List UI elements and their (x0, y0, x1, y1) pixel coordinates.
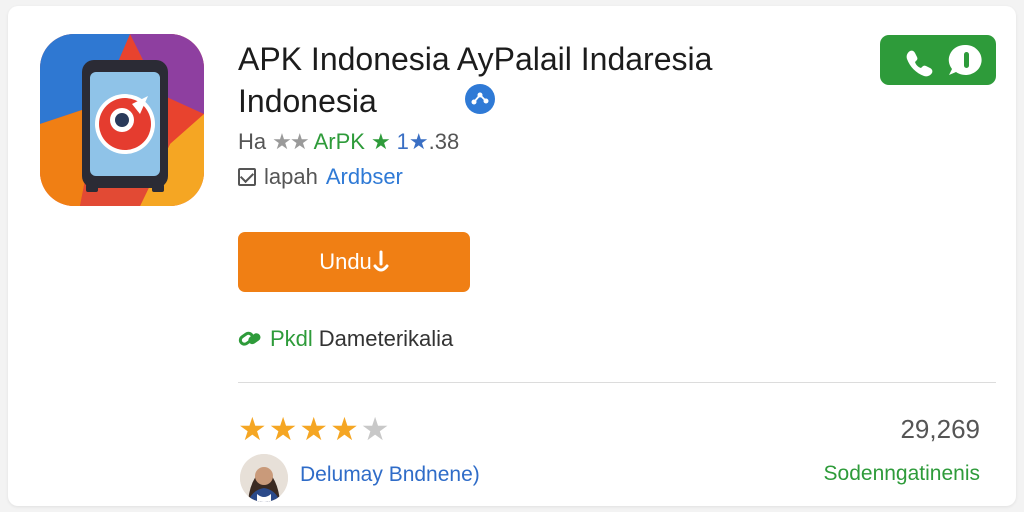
app-title: APK Indonesia AyPalail Indaresia Indones… (238, 38, 838, 122)
app-title-line2: Indonesia (238, 83, 377, 119)
star-filled-icon: ★ (268, 411, 298, 447)
star-filled-icon: ★ (330, 411, 359, 447)
download-arrow-icon (373, 250, 389, 272)
verification-text: Dameterikalia (318, 326, 454, 351)
developer-prefix: lapah (264, 164, 318, 189)
developer-row: lapah Ardbser (238, 164, 403, 190)
star-filled-icon: ★ (299, 411, 329, 447)
star-empty-icon: ★ (360, 411, 390, 447)
stats-brand: ArPK (313, 129, 365, 154)
verification-tag: Pkdl (270, 326, 313, 351)
download-button[interactable]: Undu (238, 232, 470, 292)
call-chat-button[interactable] (880, 35, 996, 85)
stats-prefix: Ha (238, 129, 267, 154)
checkbox-icon (238, 168, 256, 186)
stats-suffix: .38 (428, 129, 460, 154)
developer-link[interactable]: Ardbser (326, 164, 403, 190)
star-filled-icon: ★ (238, 411, 267, 447)
review-status: Sodenngatinenis (823, 462, 980, 485)
app-title-line1: APK Indonesia AyPalail Indaresia (238, 41, 713, 77)
stats-green-star: ★ (370, 129, 391, 154)
app-stats: Ha ★★ ArPK ★ 1 ★ .38 (238, 129, 459, 155)
app-logo-icon[interactable] (40, 34, 204, 206)
link-icon (238, 331, 261, 346)
download-label: Undu (319, 249, 372, 274)
chat-bubble-icon (948, 44, 982, 75)
phone-icon (906, 50, 933, 77)
app-card: APK Indonesia AyPalail Indaresia Indones… (8, 6, 1016, 506)
divider (238, 382, 996, 383)
stats-blue-star: ★ (408, 129, 429, 154)
stats-number: 1 (396, 129, 409, 154)
rating-stars: ★ ★ ★ ★ ★ (238, 412, 389, 446)
stats-gray-stars: ★★ (272, 129, 309, 154)
verification-row: Pkdl Dameterikalia (238, 326, 453, 352)
review-count: 29,269 (900, 414, 980, 444)
reviewer-name[interactable]: Delumay Bndnene) (300, 463, 480, 487)
verified-badge-icon (463, 82, 497, 116)
avatar[interactable] (240, 454, 288, 502)
